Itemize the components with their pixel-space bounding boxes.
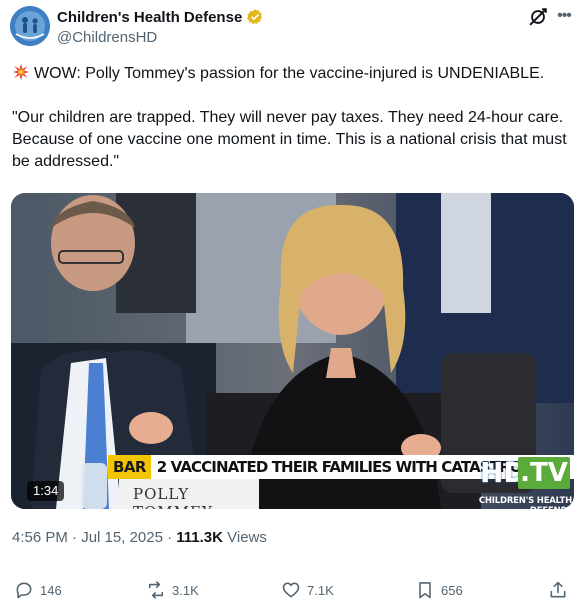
display-name[interactable]: Children's Health Defense (57, 9, 242, 26)
grok-icon[interactable] (527, 6, 549, 28)
tweet-header: Children's Health Defense @ChildrensHD •… (0, 0, 579, 60)
logo-caption: CHILDREN'S HEALTH DEFENSE (478, 496, 572, 509)
reply-count: 146 (40, 582, 62, 598)
chd-tv-logo: HD .TV (480, 457, 572, 497)
bookmark-icon (419, 582, 431, 599)
like-button[interactable]: 7.1K (281, 580, 334, 600)
repost-icon (148, 581, 164, 599)
views-label: Views (222, 529, 267, 546)
bookmark-count: 656 (441, 582, 463, 598)
logo-letters: HD (480, 456, 527, 489)
tweet-body: WOW: Polly Tommey's passion for the vacc… (12, 63, 572, 173)
video-player[interactable]: BAR 2 VACCINATED THEIR FAMILIES WITH CAT… (11, 193, 574, 509)
share-button[interactable] (548, 580, 568, 600)
tweet-quote: "Our children are trapped. They will nev… (12, 109, 567, 170)
like-count: 7.1K (307, 582, 334, 598)
avatar[interactable] (10, 6, 50, 46)
video-duration: 1:34 (27, 481, 65, 501)
timestamp[interactable]: 4:56 PM · Jul 15, 2025 · (12, 529, 176, 546)
nameplate: POLLY TOMMEY (119, 479, 259, 509)
views-count: 111.3K (176, 529, 223, 546)
tweet-meta: 4:56 PM · Jul 15, 2025 · 111.3K Views (12, 529, 267, 546)
share-icon (550, 581, 566, 598)
logo-tv: .TV (518, 457, 570, 489)
repost-button[interactable]: 3.1K (146, 580, 199, 600)
bookmark-button[interactable]: 656 (415, 580, 463, 600)
reply-button[interactable]: 146 (14, 580, 62, 600)
repost-count: 3.1K (172, 582, 199, 598)
tweet-line-1-text: WOW: Polly Tommey's passion for the vacc… (34, 65, 545, 82)
avatar-logo (10, 6, 50, 46)
heart-icon (282, 582, 300, 598)
tweet-line-1: WOW: Polly Tommey's passion for the vacc… (12, 63, 572, 85)
more-icon[interactable]: ••• (553, 6, 575, 28)
collision-icon (12, 63, 30, 81)
action-bar: 146 3.1K 7.1K 656 (0, 574, 579, 608)
name-row: Children's Health Defense (57, 8, 264, 26)
reply-icon (16, 582, 32, 599)
handle[interactable]: @ChildrensHD (57, 29, 157, 46)
lower-third-tag: BAR (108, 455, 151, 479)
verified-badge-icon[interactable] (246, 8, 264, 26)
